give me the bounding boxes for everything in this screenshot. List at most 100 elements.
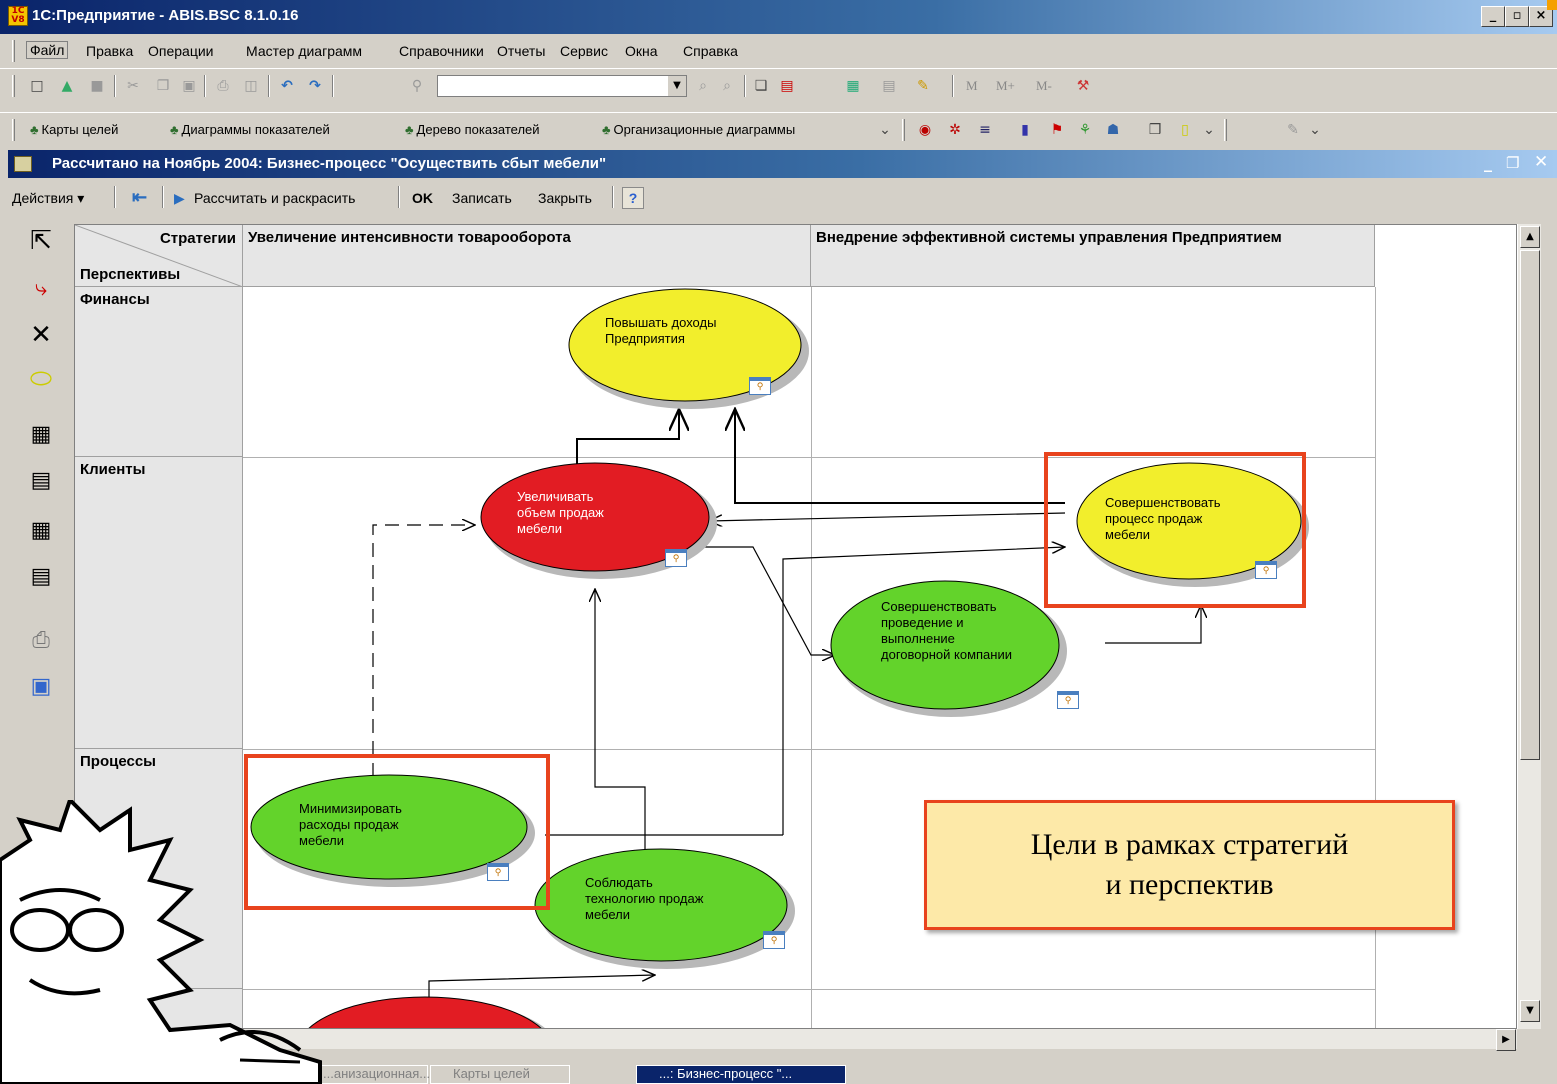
printer-icon[interactable]: ⎙ [24, 624, 58, 658]
indicator-tree-button[interactable]: ♣ Дерево показателей [405, 122, 540, 137]
layers-icon[interactable]: ≡ [976, 121, 994, 139]
menu-windows[interactable]: Окна [625, 43, 658, 59]
document-icon[interactable]: ❒ [1146, 121, 1164, 139]
menu-file[interactable]: Файл [26, 41, 69, 59]
minimize-button[interactable]: _ [1481, 6, 1505, 27]
toolbar-grip[interactable] [902, 119, 905, 141]
scroll-up-button[interactable]: ▲ [1520, 226, 1540, 248]
open-icon[interactable]: ▲ [58, 77, 76, 95]
calculator-icon[interactable]: ▦ [844, 77, 862, 95]
pointer-icon[interactable]: ⇱ [24, 224, 58, 258]
scroll-right-button[interactable]: ▶ [1496, 1029, 1516, 1051]
close-doc-button[interactable]: Закрыть [538, 190, 592, 206]
connector[interactable] [709, 512, 1066, 521]
goal-maps-button[interactable]: ♣ Карты целей [30, 122, 118, 137]
diagram-link-icon[interactable]: ⚲ [665, 549, 687, 567]
paste-icon[interactable]: ▣ [180, 77, 198, 95]
doc-restore-button[interactable]: ❐ [1506, 154, 1519, 172]
menubar-grip[interactable] [12, 40, 15, 62]
cut-icon[interactable]: ✂ [124, 77, 142, 95]
menu-service[interactable]: Сервис [560, 43, 608, 59]
tools-icon[interactable]: ✎ [914, 77, 932, 95]
windows-icon[interactable]: ❏ [752, 77, 770, 95]
add-list-icon[interactable]: ▤ [24, 464, 58, 498]
new-document-icon[interactable]: □ [28, 77, 46, 95]
connector-icon[interactable]: ⤷ [24, 272, 58, 306]
toolbar-grip[interactable] [1224, 119, 1227, 141]
scroll-thumb[interactable] [1520, 250, 1540, 760]
task-business-process[interactable]: ...: Бизнес-процесс "... [636, 1065, 846, 1084]
connector[interactable] [735, 409, 1065, 504]
list-icon[interactable]: ▤ [24, 560, 58, 594]
mem-button[interactable]: M [966, 78, 978, 94]
find-icon[interactable]: ⚲ [408, 77, 426, 95]
mem-minus-button[interactable]: M- [1036, 78, 1052, 94]
menu-edit[interactable]: Правка [86, 43, 133, 59]
connector[interactable] [595, 589, 646, 857]
undo-icon[interactable]: ↶ [278, 77, 296, 95]
maximize-button[interactable]: ▫ [1505, 6, 1529, 27]
diagram-link-icon[interactable]: ⚲ [763, 931, 785, 949]
find-prev-icon[interactable]: ⌕ [718, 77, 736, 95]
ok-button[interactable]: OK [412, 190, 433, 206]
bar-chart-icon[interactable]: ▮ [1016, 121, 1034, 139]
database-icon[interactable]: ▯ [1176, 121, 1194, 139]
help-context-icon[interactable]: ▤ [778, 77, 796, 95]
vertical-scrollbar[interactable]: ▲ ▼ [1517, 224, 1541, 1029]
save-disk-icon[interactable]: ▣ [24, 670, 58, 704]
back-arrow-icon[interactable]: ⇤ [132, 187, 147, 208]
goal-node-1[interactable] [568, 288, 809, 409]
toolbar-separator [952, 75, 954, 97]
calculate-button[interactable]: Рассчитать и раскрасить [194, 190, 355, 206]
doc-close-button[interactable]: ✕ [1534, 152, 1548, 172]
preview-icon[interactable]: ◫ [242, 77, 260, 95]
menu-reports[interactable]: Отчеты [497, 43, 545, 59]
help-button[interactable]: ? [622, 187, 644, 209]
note-icon[interactable]: ✎ [1284, 121, 1302, 139]
search-combo[interactable] [437, 75, 687, 97]
ellipse-icon[interactable]: ⬭ [24, 362, 58, 396]
connector[interactable] [372, 525, 475, 777]
toolbar-grip[interactable] [12, 119, 15, 141]
add-indicator-icon[interactable]: ▦ [24, 418, 58, 452]
menu-help[interactable]: Справка [683, 43, 738, 59]
save-icon[interactable]: ■ [88, 77, 106, 95]
chevron-down-icon[interactable]: ▼ [668, 76, 686, 96]
target-icon[interactable]: ◉ [916, 121, 934, 139]
chevron-down-icon[interactable]: ⌄ [1200, 121, 1218, 139]
menu-operations[interactable]: Операции [148, 43, 214, 59]
diagram-link-icon[interactable]: ⚲ [1057, 691, 1079, 709]
tree-icon[interactable]: ⚘ [1076, 121, 1094, 139]
flag-icon[interactable]: ⚑ [1048, 121, 1066, 139]
doc-minimize-button[interactable]: _ [1484, 153, 1492, 172]
copy-icon[interactable]: ❐ [154, 77, 172, 95]
diagram-link-icon[interactable]: ⚲ [749, 377, 771, 395]
redo-icon[interactable]: ↷ [306, 77, 324, 95]
goal-node-7[interactable] [297, 996, 561, 1029]
app-icon[interactable]: 1C V8 [8, 6, 28, 26]
org-charts-button[interactable]: ♣ Организационные диаграммы [602, 122, 795, 137]
mem-plus-button[interactable]: M+ [996, 78, 1015, 94]
chevron-down-icon[interactable]: ⌄ [1306, 121, 1324, 139]
people-icon[interactable]: ☗ [1104, 121, 1122, 139]
task-goal-maps[interactable]: Карты целей [430, 1065, 570, 1084]
delete-icon[interactable]: ✕ [24, 318, 58, 352]
connector[interactable] [428, 975, 655, 1001]
find-next-icon[interactable]: ⌕ [694, 77, 712, 95]
indicator-icon[interactable]: ▦ [24, 514, 58, 548]
scroll-down-button[interactable]: ▼ [1520, 1000, 1540, 1022]
menu-chart-wizard[interactable]: Мастер диаграмм [246, 43, 362, 59]
connector[interactable] [705, 546, 835, 655]
indicator-charts-button[interactable]: ♣ Диаграммы показателей [170, 122, 330, 137]
toolbar-grip[interactable] [12, 75, 15, 97]
menu-catalogs[interactable]: Справочники [399, 43, 484, 59]
document-icon[interactable] [14, 156, 32, 172]
structure-icon[interactable]: ✲ [946, 121, 964, 139]
actions-menu[interactable]: Действия ▾ [12, 190, 84, 207]
configurator-icon[interactable]: ⚒ [1074, 77, 1092, 95]
calendar-icon[interactable]: ▤ [880, 77, 898, 95]
connector[interactable] [1105, 605, 1201, 644]
save-button[interactable]: Записать [452, 190, 512, 206]
print-icon[interactable]: ⎙ [214, 77, 232, 95]
chevron-down-icon[interactable]: ⌄ [876, 121, 894, 139]
